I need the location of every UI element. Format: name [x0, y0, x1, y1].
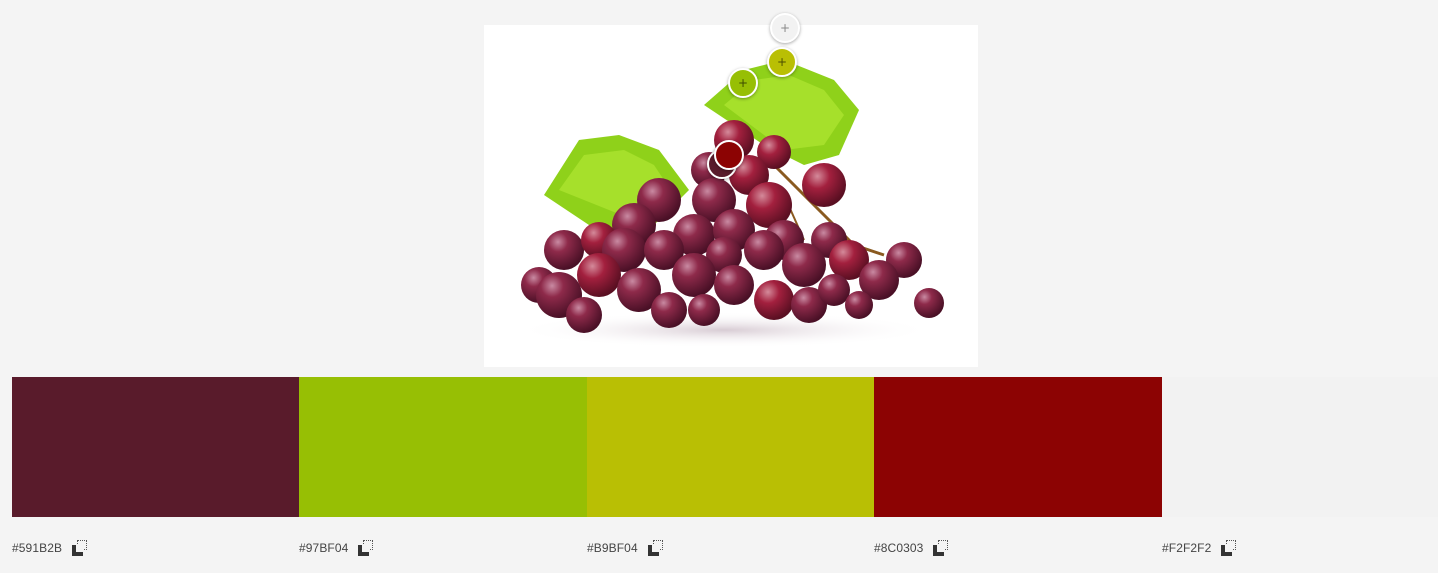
color-picker-handle-4[interactable]	[714, 140, 744, 170]
hex-code-label[interactable]: #B9BF04	[587, 541, 638, 555]
color-picker-handle-3[interactable]: +	[767, 47, 797, 77]
copy-icon[interactable]	[647, 540, 664, 556]
swatch-4[interactable]	[874, 377, 1162, 517]
plus-icon: +	[776, 55, 788, 69]
hex-cell-4: #8C0303	[874, 537, 1162, 559]
swatch-2[interactable]	[299, 377, 587, 517]
source-image[interactable]: + + +	[484, 13, 978, 367]
color-picker-handle-2[interactable]: +	[728, 68, 758, 98]
hex-cell-3: #B9BF04	[587, 537, 874, 559]
swatch-3[interactable]	[587, 377, 874, 517]
plus-icon: +	[779, 21, 791, 35]
copy-icon[interactable]	[72, 540, 88, 556]
color-picker-handle-5[interactable]: +	[770, 13, 800, 43]
hex-code-label[interactable]: #8C0303	[874, 541, 923, 555]
hex-cell-5: #F2F2F2	[1162, 537, 1438, 559]
hex-cell-2: #97BF04	[299, 537, 587, 559]
hex-code-row: #591B2B #97BF04 #B9BF04 #8C0303 #F2F2F2	[12, 537, 1438, 559]
hex-code-label[interactable]: #F2F2F2	[1162, 541, 1211, 555]
copy-icon[interactable]	[1221, 540, 1237, 556]
copy-icon[interactable]	[358, 540, 374, 556]
hex-cell-1: #591B2B	[12, 537, 299, 559]
plus-icon: +	[737, 76, 749, 90]
swatch-5[interactable]	[1162, 377, 1438, 517]
hex-code-label[interactable]: #591B2B	[12, 541, 62, 555]
color-theme-extractor: + + + #591B2B #97BF04 #B9BF04 #8C0303 #F…	[0, 0, 1438, 573]
copy-icon[interactable]	[933, 540, 949, 556]
swatch-1[interactable]	[12, 377, 299, 517]
hex-code-label[interactable]: #97BF04	[299, 541, 348, 555]
swatch-row	[12, 377, 1438, 517]
